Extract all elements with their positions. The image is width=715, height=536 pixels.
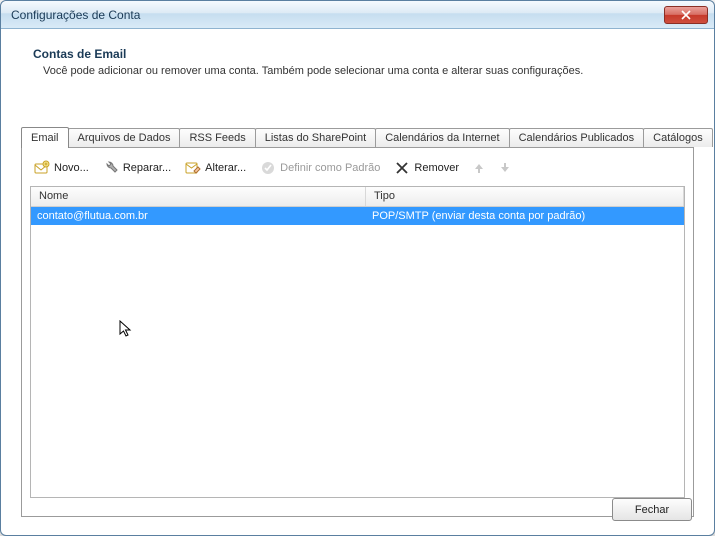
dialog-header: Contas de Email Você pode adicionar ou r… [11, 41, 704, 95]
titlebar[interactable]: Configurações de Conta [1, 1, 714, 29]
set-default-button-label: Definir como Padrão [280, 162, 380, 174]
arrow-up-icon [473, 162, 485, 174]
new-mail-icon [34, 160, 50, 176]
set-default-button: Definir como Padrão [258, 158, 382, 178]
repair-button[interactable]: Reparar... [101, 158, 173, 178]
remove-button[interactable]: Remover [392, 158, 461, 178]
tab-email[interactable]: Email [21, 127, 69, 148]
mouse-cursor-icon [119, 320, 135, 340]
accounts-list[interactable]: Nome Tipo contato@flutua.com.br POP/SMTP… [30, 186, 685, 498]
check-circle-icon [260, 160, 276, 176]
dialog-description: Você pode adicionar ou remover uma conta… [33, 65, 688, 77]
tab-data-files[interactable]: Arquivos de Dados [68, 128, 181, 147]
list-body[interactable]: contato@flutua.com.br POP/SMTP (enviar d… [31, 207, 684, 497]
new-button-label: Novo... [54, 162, 89, 174]
dialog-content: Contas de Email Você pode adicionar ou r… [1, 29, 714, 535]
remove-button-label: Remover [414, 162, 459, 174]
tab-calendars-published[interactable]: Calendários Publicados [509, 128, 645, 147]
toolbar: Novo... Reparar... Alterar... [30, 156, 685, 186]
tab-container: Email Arquivos de Dados RSS Feeds Listas… [21, 125, 694, 521]
remove-icon [394, 160, 410, 176]
arrow-down-icon [499, 162, 511, 174]
dialog-footer: Fechar [612, 498, 692, 521]
cell-type: POP/SMTP (enviar desta conta por padrão) [366, 210, 684, 222]
close-icon [681, 10, 691, 20]
tab-sharepoint-lists[interactable]: Listas do SharePoint [255, 128, 377, 147]
tab-panel-email: Novo... Reparar... Alterar... [21, 147, 694, 517]
change-icon [185, 160, 201, 176]
change-button-label: Alterar... [205, 162, 246, 174]
new-button[interactable]: Novo... [32, 158, 91, 178]
tab-calendars-internet[interactable]: Calendários da Internet [375, 128, 509, 147]
account-settings-window: Configurações de Conta Contas de Email V… [0, 0, 715, 536]
tab-catalogs[interactable]: Catálogos [643, 128, 713, 147]
repair-icon [103, 160, 119, 176]
move-up-button [471, 160, 487, 176]
move-down-button [497, 160, 513, 176]
repair-button-label: Reparar... [123, 162, 171, 174]
close-dialog-button[interactable]: Fechar [612, 498, 692, 521]
dialog-heading: Contas de Email [33, 47, 688, 61]
tab-strip: Email Arquivos de Dados RSS Feeds Listas… [21, 125, 694, 147]
list-header: Nome Tipo [31, 187, 684, 207]
tab-rss-feeds[interactable]: RSS Feeds [179, 128, 255, 147]
column-header-type[interactable]: Tipo [366, 187, 684, 206]
cell-name: contato@flutua.com.br [31, 210, 366, 222]
change-button[interactable]: Alterar... [183, 158, 248, 178]
list-row[interactable]: contato@flutua.com.br POP/SMTP (enviar d… [31, 207, 684, 225]
column-header-name[interactable]: Nome [31, 187, 366, 206]
close-button[interactable] [664, 6, 708, 24]
window-title: Configurações de Conta [11, 8, 664, 22]
